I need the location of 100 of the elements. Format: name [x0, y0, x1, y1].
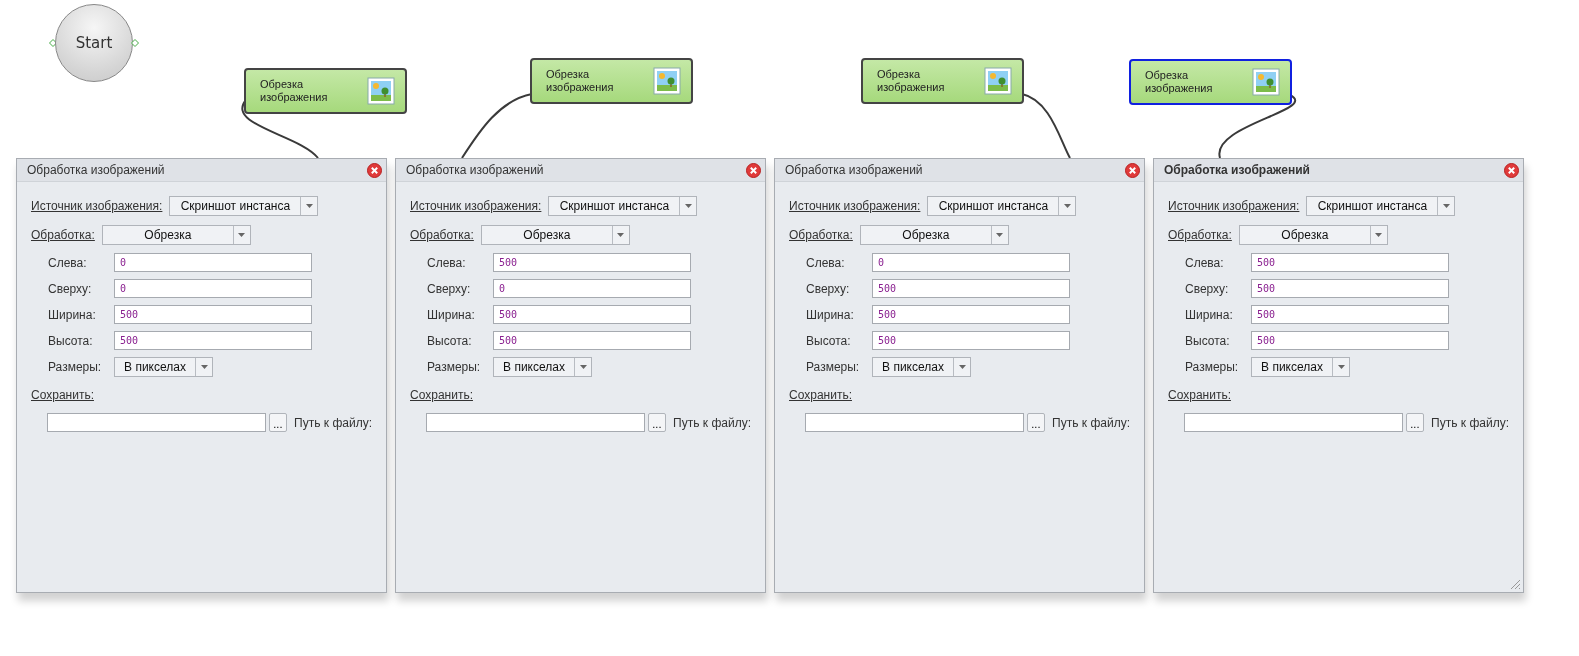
action-node[interactable]: Обрезка изображения [530, 58, 693, 104]
field-label: Сверху: [48, 281, 93, 296]
input-field[interactable]: 0 [114, 279, 312, 298]
input-field[interactable]: 500 [1251, 279, 1449, 298]
processing-label[interactable]: Обработка: [1168, 228, 1232, 242]
picture-icon [653, 67, 681, 95]
field-label: Слева: [1185, 255, 1225, 270]
field-label: Высота: [1185, 333, 1231, 348]
path-label: Путь к файлу: [294, 415, 372, 430]
action-node[interactable]: Обрезка изображения [861, 58, 1024, 104]
source-dropdown[interactable]: Скриншот инстанса [1306, 196, 1456, 216]
input-field[interactable]: 0 [872, 253, 1070, 272]
save-label[interactable]: Сохранить: [1168, 388, 1231, 402]
picture-icon [367, 77, 395, 105]
field-label: Слева: [48, 255, 88, 270]
node-label: Обрезка изображения [1145, 69, 1214, 95]
browse-button[interactable]: ... [1026, 413, 1046, 432]
connector-line [1021, 93, 1071, 159]
input-field[interactable]: 0 [114, 253, 312, 272]
input-field[interactable]: 500 [493, 331, 691, 350]
path-field[interactable] [426, 413, 645, 432]
node-label: Обрезка изображения [877, 68, 946, 94]
field-label: Сверху: [806, 281, 851, 296]
source-label[interactable]: Источник изображения: [1168, 199, 1300, 213]
input-field[interactable]: 500 [114, 305, 312, 324]
path-field[interactable] [805, 413, 1024, 432]
action-node[interactable]: Обрезка изображения [244, 68, 407, 114]
picture-icon [1252, 68, 1280, 96]
field-label: Слева: [806, 255, 846, 270]
input-field[interactable]: 500 [493, 305, 691, 324]
caret-icon [1375, 233, 1383, 237]
processing-dropdown[interactable]: Обрезка [101, 225, 251, 245]
path-label: Путь к файлу: [1431, 415, 1509, 430]
panel-title: Обработка изображений [785, 163, 923, 177]
size-label: Размеры: [806, 360, 861, 374]
size-dropdown[interactable]: В пикселах [493, 357, 592, 377]
field-label: Ширина: [427, 307, 476, 322]
browse-button[interactable]: ... [1405, 413, 1425, 432]
caret-icon [579, 365, 587, 369]
source-dropdown[interactable]: Скриншот инстанса [169, 196, 319, 216]
source-dropdown[interactable]: Скриншот инстанса [548, 196, 698, 216]
close-button[interactable] [1125, 162, 1140, 178]
processing-label[interactable]: Обработка: [31, 228, 95, 242]
close-button[interactable] [1504, 162, 1519, 178]
input-field[interactable]: 500 [872, 279, 1070, 298]
processing-dropdown[interactable]: Обрезка [859, 225, 1009, 245]
browse-button[interactable]: ... [647, 413, 667, 432]
caret-icon [684, 204, 692, 208]
port-icon[interactable] [131, 39, 139, 47]
save-label[interactable]: Сохранить: [410, 388, 473, 402]
caret-icon [1337, 365, 1345, 369]
processing-label[interactable]: Обработка: [410, 228, 474, 242]
field-label: Высота: [806, 333, 852, 348]
path-field[interactable] [1184, 413, 1403, 432]
start-node[interactable]: Start [55, 4, 133, 82]
source-label[interactable]: Источник изображения: [410, 199, 542, 213]
close-button[interactable] [746, 162, 761, 178]
field-label: Сверху: [427, 281, 472, 296]
size-dropdown[interactable]: В пикселах [114, 357, 213, 377]
field-label: Сверху: [1185, 281, 1230, 296]
input-field[interactable]: 500 [493, 253, 691, 272]
action-node[interactable]: Обрезка изображения [1129, 59, 1292, 105]
source-dropdown[interactable]: Скриншот инстанса [927, 196, 1077, 216]
caret-icon [305, 204, 313, 208]
field-label: Ширина: [1185, 307, 1234, 322]
caret-icon [617, 233, 625, 237]
field-label: Слева: [427, 255, 467, 270]
close-button[interactable] [367, 162, 382, 178]
save-label[interactable]: Сохранить: [789, 388, 852, 402]
input-field[interactable]: 500 [872, 305, 1070, 324]
processing-dropdown[interactable]: Обрезка [480, 225, 630, 245]
field-label: Высота: [427, 333, 473, 348]
size-dropdown[interactable]: В пикселах [872, 357, 971, 377]
input-field[interactable]: 500 [1251, 305, 1449, 324]
size-dropdown[interactable]: В пикселах [1251, 357, 1350, 377]
input-field[interactable]: 500 [114, 331, 312, 350]
processing-dropdown[interactable]: Обрезка [1238, 225, 1388, 245]
input-field[interactable]: 0 [493, 279, 691, 298]
caret-icon [200, 365, 208, 369]
browse-button[interactable]: ... [268, 413, 288, 432]
processing-label[interactable]: Обработка: [789, 228, 853, 242]
size-label: Размеры: [48, 360, 103, 374]
input-field[interactable]: 500 [1251, 331, 1449, 350]
caret-icon [1442, 204, 1450, 208]
port-icon[interactable] [49, 39, 57, 47]
field-label: Ширина: [48, 307, 97, 322]
source-label[interactable]: Источник изображения: [31, 199, 163, 213]
save-label[interactable]: Сохранить: [31, 388, 94, 402]
input-field[interactable]: 500 [1251, 253, 1449, 272]
path-field[interactable] [47, 413, 266, 432]
node-label: Обрезка изображения [260, 78, 329, 104]
path-label: Путь к файлу: [1052, 415, 1130, 430]
input-field[interactable]: 500 [872, 331, 1070, 350]
caret-icon [1063, 204, 1071, 208]
resize-grip-icon[interactable] [1509, 578, 1521, 590]
source-label[interactable]: Источник изображения: [789, 199, 921, 213]
field-label: Высота: [48, 333, 94, 348]
panel-title: Обработка изображений [27, 163, 165, 177]
size-label: Размеры: [427, 360, 482, 374]
picture-icon [984, 67, 1012, 95]
